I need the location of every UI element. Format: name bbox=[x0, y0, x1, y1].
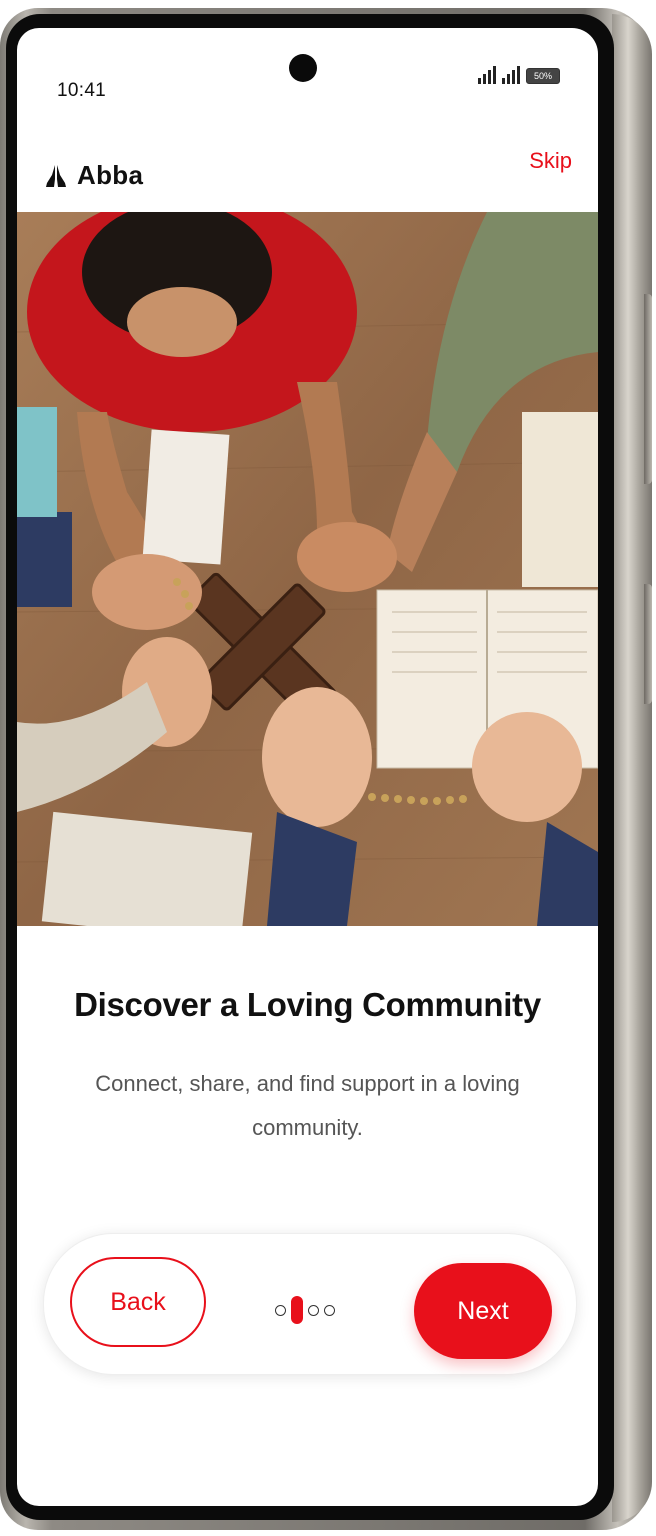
skip-button[interactable]: Skip bbox=[529, 148, 572, 174]
app-header: Abba bbox=[43, 160, 143, 191]
signal-icon bbox=[478, 66, 496, 84]
status-time: 10:41 bbox=[57, 80, 107, 101]
app-name: Abba bbox=[77, 160, 144, 190]
onboarding-title: Discover a Loving Community bbox=[74, 986, 541, 1023]
status-icons: 50% bbox=[478, 66, 560, 84]
back-button[interactable]: Back bbox=[70, 1257, 206, 1347]
page-dot-active[interactable] bbox=[291, 1296, 303, 1324]
onboarding-subtitle: Connect, share, and find support in a lo… bbox=[95, 1071, 520, 1140]
page-dot[interactable] bbox=[275, 1304, 286, 1316]
power-button bbox=[644, 584, 652, 704]
battery-icon: 50% bbox=[526, 68, 560, 84]
page-indicator bbox=[275, 1296, 335, 1324]
screen: 10:41 50% Abba Skip Discover a Loving Co… bbox=[17, 28, 598, 1506]
phone-side-rail bbox=[612, 14, 652, 1522]
front-camera bbox=[289, 54, 317, 82]
onboarding-nav: Back Next bbox=[43, 1233, 577, 1375]
signal-icon bbox=[502, 66, 520, 84]
page-dot[interactable] bbox=[324, 1304, 335, 1316]
praying-hands-icon bbox=[46, 164, 66, 187]
next-button[interactable]: Next bbox=[414, 1263, 552, 1359]
page-dot[interactable] bbox=[308, 1304, 319, 1316]
hero-image bbox=[17, 212, 598, 926]
volume-button bbox=[644, 294, 652, 484]
